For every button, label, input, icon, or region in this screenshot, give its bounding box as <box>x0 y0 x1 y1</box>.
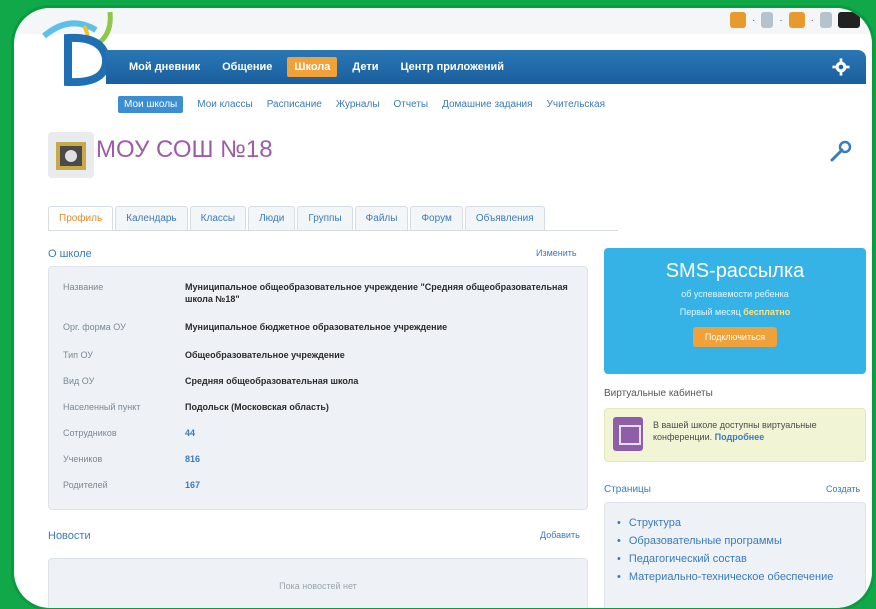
students-count-link[interactable]: 816 <box>185 453 573 465</box>
nav-item-school[interactable]: Школа <box>287 57 338 77</box>
about-row-kind: Вид ОУ Средняя общеобразовательная школа <box>63 375 573 387</box>
virtual-rooms-more-link[interactable]: Подробнее <box>715 432 765 442</box>
about-value: Средняя общеобразовательная школа <box>185 376 359 386</box>
about-label: Вид ОУ <box>63 376 95 386</box>
about-row-locality: Населенный пункт Подольск (Московская об… <box>63 401 573 413</box>
sms-offer: Первый месяц бесплатно <box>604 307 866 317</box>
tab-groups[interactable]: Группы <box>297 206 353 230</box>
about-row-name: Название Муниципальное общеобразовательн… <box>63 281 573 305</box>
list-item[interactable]: Материально-техническое обеспечение <box>617 571 865 583</box>
separator-icon: · <box>779 14 783 26</box>
notification-icon[interactable] <box>729 12 746 28</box>
nav-item-children[interactable]: Дети <box>345 57 385 77</box>
sub-nav-my-schools[interactable]: Мои школы <box>118 96 184 113</box>
sub-nav-schedule[interactable]: Расписание <box>267 99 322 110</box>
tab-profile[interactable]: Профиль <box>48 206 114 230</box>
about-row-students: Учеников 816 <box>63 453 573 465</box>
about-row-staff: Сотрудников 44 <box>63 427 573 439</box>
sub-nav-journals[interactable]: Журналы <box>336 99 380 110</box>
about-label: Название <box>63 282 104 292</box>
tab-announcements[interactable]: Объявления <box>464 206 545 230</box>
school-emblem-icon <box>48 132 94 178</box>
news-empty-text: Пока новостей нет <box>279 581 357 591</box>
sub-nav-homework[interactable]: Домашние задания <box>442 99 532 110</box>
school-tabs: Профиль Календарь Классы Люди Группы Фай… <box>48 206 618 231</box>
about-label: Родителей <box>63 480 108 490</box>
about-label: Сотрудников <box>63 428 117 438</box>
about-value: Муниципальное бюджетное образовательное … <box>185 322 448 332</box>
sms-offer-text: Первый месяц <box>679 307 741 317</box>
about-row-type: Тип ОУ Общеобразовательное учреждение <box>63 349 573 361</box>
staff-count-link[interactable]: 44 <box>185 427 573 439</box>
pages-panel: Структура Образовательные программы Педа… <box>604 502 866 608</box>
separator-icon: · <box>810 14 814 26</box>
edit-about-link[interactable]: Изменить <box>536 248 577 258</box>
wrench-icon[interactable] <box>826 138 854 166</box>
tab-calendar[interactable]: Календарь <box>115 206 188 230</box>
sub-nav-staffroom[interactable]: Учительская <box>547 99 605 110</box>
about-row-parents: Родителей 167 <box>63 479 573 491</box>
news-panel: Пока новостей нет <box>48 558 588 608</box>
tab-classes[interactable]: Классы <box>189 206 247 230</box>
virtual-rooms-heading: Виртуальные кабинеты <box>604 388 713 399</box>
sms-title: SMS-рассылка <box>665 260 805 282</box>
about-panel: Название Муниципальное общеобразовательн… <box>48 266 588 510</box>
user-icon[interactable] <box>761 12 774 28</box>
list-item[interactable]: Структура <box>617 517 865 529</box>
about-heading: О школе <box>48 248 92 260</box>
browser-toolbar: · · · <box>14 8 872 34</box>
about-value: Муниципальное общеобразовательное учрежд… <box>185 282 568 304</box>
sub-nav: Мои школы Мои классы Расписание Журналы … <box>118 96 605 113</box>
pages-list: Структура Образовательные программы Педа… <box>605 503 865 583</box>
parents-count-link[interactable]: 167 <box>185 479 573 491</box>
about-value: Общеобразовательное учреждение <box>185 350 345 360</box>
about-label: Населенный пункт <box>63 402 141 412</box>
sms-promo-banner: SMS-рассылка об успеваемости ребенка Пер… <box>604 248 866 374</box>
pages-heading: Страницы <box>604 484 651 495</box>
nav-item-app-center[interactable]: Центр приложений <box>393 57 511 77</box>
extension-icon[interactable] <box>820 12 832 28</box>
app-frame: · · · Мой дневник Общение Школа Дети Цен… <box>14 8 872 608</box>
browser-icons: · · · <box>729 12 860 28</box>
about-label: Тип ОУ <box>63 350 94 360</box>
virtual-rooms-text: В вашей школе доступны виртуальные конфе… <box>653 419 857 443</box>
tab-people[interactable]: Люди <box>248 206 296 230</box>
nav-item-communication[interactable]: Общение <box>215 57 279 77</box>
sms-connect-button[interactable]: Подключиться <box>692 327 778 347</box>
gear-icon[interactable] <box>832 58 850 76</box>
create-page-link[interactable]: Создать <box>826 484 860 494</box>
list-item[interactable]: Педагогический состав <box>617 553 865 565</box>
about-row-org-form: Орг. форма ОУ Муниципальное бюджетное об… <box>63 321 573 333</box>
tab-forum[interactable]: Форум <box>410 206 463 230</box>
page-title: МОУ СОШ №18 <box>96 136 273 163</box>
message-icon[interactable] <box>788 12 805 28</box>
avatar[interactable] <box>838 12 860 28</box>
virtual-rooms-panel: В вашей школе доступны виртуальные конфе… <box>604 408 866 462</box>
tab-files[interactable]: Файлы <box>354 206 409 230</box>
sub-nav-my-classes[interactable]: Мои классы <box>197 99 252 110</box>
sms-offer-free: бесплатно <box>743 307 791 317</box>
about-label: Учеников <box>63 454 103 464</box>
monitor-icon <box>613 417 643 451</box>
main-nav: Мой дневник Общение Школа Дети Центр при… <box>106 50 866 84</box>
about-value: Подольск (Московская область) <box>185 402 329 412</box>
sms-subtitle: об успеваемости ребенка <box>681 289 789 299</box>
sub-nav-reports[interactable]: Отчеты <box>394 99 429 110</box>
separator-icon: · <box>751 14 756 26</box>
nav-item-my-diary[interactable]: Мой дневник <box>122 57 207 77</box>
list-item[interactable]: Образовательные программы <box>617 535 865 547</box>
add-news-link[interactable]: Добавить <box>540 530 580 540</box>
about-label: Орг. форма ОУ <box>63 322 126 332</box>
news-heading: Новости <box>48 530 91 542</box>
